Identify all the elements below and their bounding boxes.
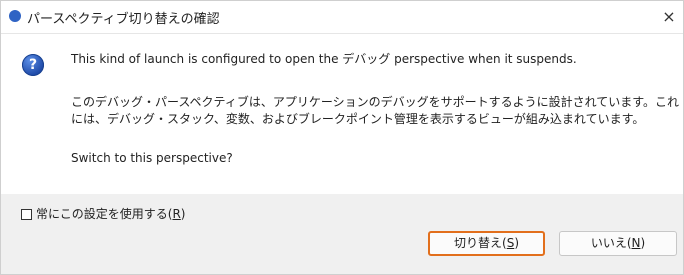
switch-button[interactable]: 切り替え(S) (428, 231, 545, 256)
switch-button-suffix: ) (514, 236, 519, 250)
dialog-title: パースペクティブ切り替えの確認 (27, 12, 220, 27)
question-icon: ? (22, 54, 44, 76)
confirm-perspective-switch-dialog: パースペクティブ切り替えの確認 × ? This kind of launch … (0, 0, 684, 275)
message-line-3: Switch to this perspective? (71, 151, 233, 165)
checkbox-box[interactable] (21, 209, 32, 220)
remember-decision-checkbox[interactable]: 常にこの設定を使用する(R) (21, 205, 185, 221)
checkbox-label-suffix: ) (180, 207, 186, 221)
title-bar: パースペクティブ切り替えの確認 × (1, 1, 683, 34)
message-line-1: This kind of launch is configured to ope… (71, 52, 577, 66)
no-button-suffix: ) (640, 236, 646, 250)
no-button[interactable]: いいえ(N) (559, 231, 677, 256)
message-line-2: このデバッグ・パースペクティブは、アプリケーションのデバッグをサポートするように… (71, 95, 680, 126)
app-icon (9, 10, 21, 22)
checkbox-mnemonic: R (172, 207, 181, 221)
no-button-label: いいえ( (590, 236, 632, 250)
switch-button-label: 切り替え( (454, 236, 507, 250)
checkbox-label: 常にこの設定を使用する( (36, 207, 173, 221)
message-area: ? This kind of launch is configured to o… (1, 34, 683, 194)
close-button[interactable]: × (655, 1, 683, 33)
